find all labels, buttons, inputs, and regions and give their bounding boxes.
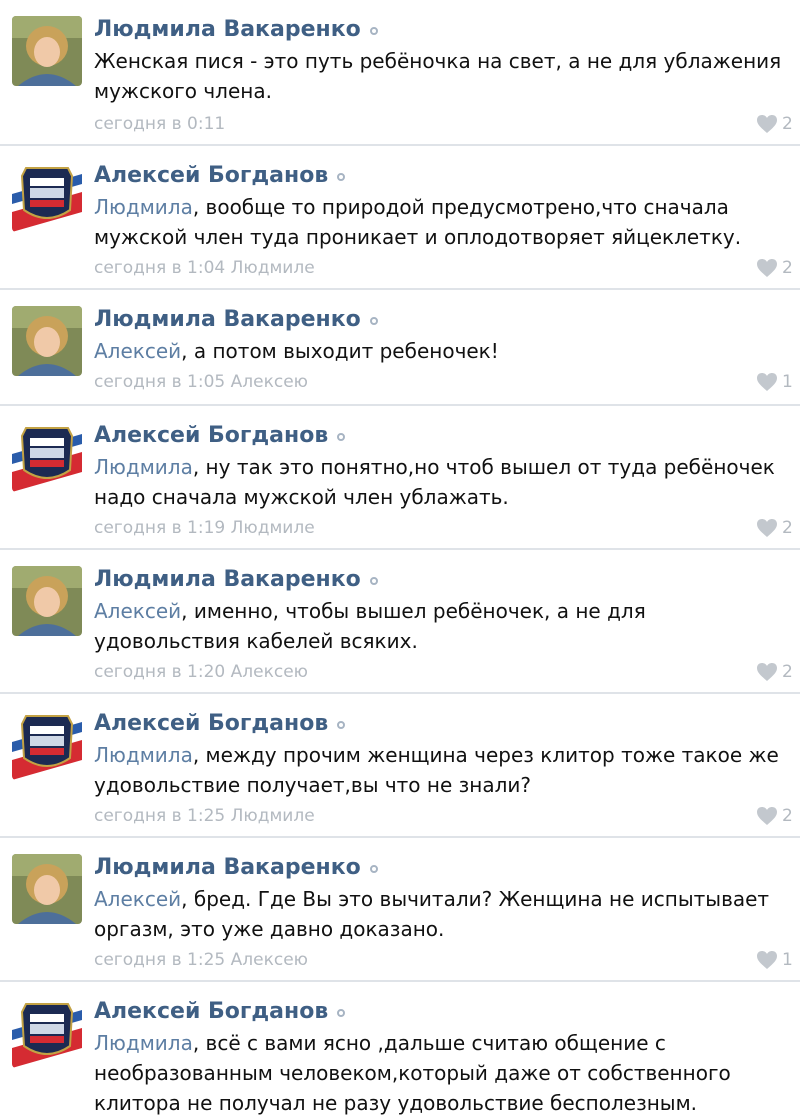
author-name[interactable]: Алексей Богданов — [94, 711, 328, 736]
avatar[interactable] — [12, 710, 82, 780]
like-button[interactable]: 2 — [756, 516, 793, 540]
comment-feed: Людмила Вакаренко Женская пися - это пут… — [0, 0, 800, 1116]
comment-item: Алексей Богданов Людмила, между прочим ж… — [0, 694, 800, 838]
like-count: 2 — [782, 518, 793, 538]
online-status-icon — [337, 1008, 346, 1017]
comment-text: Людмила, всё с вами ясно ,дальше считаю … — [94, 1028, 796, 1116]
like-button[interactable]: 1 — [756, 370, 793, 394]
like-count: 1 — [782, 372, 793, 392]
comment-item: Алексей Богданов Людмила, вообще то прир… — [0, 146, 800, 290]
comment-timestamp[interactable]: сегодня в 1:25 Людмиле — [94, 804, 315, 828]
emblem-flag-icon — [12, 998, 82, 1068]
comment-body: , между прочим женщина через клитор тоже… — [94, 743, 779, 797]
like-button[interactable]: 2 — [756, 660, 793, 684]
comment-text: Алексей, а потом выходит ребеночек! — [94, 336, 796, 366]
like-count: 1 — [782, 950, 793, 970]
author-name[interactable]: Алексей Богданов — [94, 423, 328, 448]
woman-photo-icon — [12, 566, 82, 636]
avatar[interactable] — [12, 162, 82, 232]
online-status-icon — [337, 720, 346, 729]
comment-timestamp[interactable]: сегодня в 0:11 — [94, 112, 225, 136]
author-name[interactable]: Алексей Богданов — [94, 163, 328, 188]
emblem-flag-icon — [12, 710, 82, 780]
like-button[interactable]: 2 — [756, 804, 793, 828]
like-count: 2 — [782, 258, 793, 278]
comment-body: , а потом выходит ребеночек! — [181, 339, 499, 363]
comment-item: Алексей Богданов Людмила, ну так это пон… — [0, 406, 800, 550]
heart-icon — [757, 807, 777, 825]
avatar[interactable] — [12, 854, 82, 924]
comment-text: Женская пися - это путь ребёночка на све… — [94, 46, 796, 106]
emblem-flag-icon — [12, 422, 82, 492]
comment-item: Алексей Богданов Людмила, всё с вами ясн… — [0, 982, 800, 1116]
comment-text: Людмила, ну так это понятно,но чтоб выше… — [94, 452, 796, 512]
author-name[interactable]: Людмила Вакаренко — [94, 855, 361, 880]
online-status-icon — [369, 864, 378, 873]
comment-text: Людмила, между прочим женщина через клит… — [94, 740, 796, 800]
comment-item: Людмила Вакаренко Алексей, бред. Где Вы … — [0, 838, 800, 982]
comment-text: Людмила, вообще то природой предусмотрен… — [94, 192, 796, 252]
online-status-icon — [369, 576, 378, 585]
author-name[interactable]: Людмила Вакаренко — [94, 567, 361, 592]
woman-photo-icon — [12, 854, 82, 924]
woman-photo-icon — [12, 16, 82, 86]
comment-timestamp[interactable]: сегодня в 1:04 Людмиле — [94, 256, 315, 280]
comment-text: Алексей, бред. Где Вы это вычитали? Женщ… — [94, 884, 796, 944]
reply-to-link[interactable]: Людмила — [94, 1031, 193, 1055]
author-name[interactable]: Алексей Богданов — [94, 999, 328, 1024]
online-status-icon — [337, 172, 346, 181]
comment-timestamp[interactable]: сегодня в 1:25 Алексею — [94, 948, 308, 972]
comment-item: Людмила Вакаренко Алексей, именно, чтобы… — [0, 550, 800, 694]
like-button[interactable]: 2 — [756, 112, 793, 136]
like-button[interactable]: 2 — [756, 256, 793, 280]
avatar[interactable] — [12, 566, 82, 636]
reply-to-link[interactable]: Алексей — [94, 887, 181, 911]
online-status-icon — [337, 432, 346, 441]
author-name[interactable]: Людмила Вакаренко — [94, 307, 361, 332]
heart-icon — [757, 373, 777, 391]
reply-to-link[interactable]: Людмила — [94, 455, 193, 479]
like-count: 2 — [782, 806, 793, 826]
reply-to-link[interactable]: Людмила — [94, 743, 193, 767]
reply-to-link[interactable]: Алексей — [94, 599, 181, 623]
reply-to-link[interactable]: Людмила — [94, 195, 193, 219]
comment-timestamp[interactable]: сегодня в 1:20 Алексею — [94, 660, 308, 684]
comment-body: Женская пися - это путь ребёночка на све… — [94, 49, 782, 103]
comment-body: , бред. Где Вы это вычитали? Женщина не … — [94, 887, 770, 941]
online-status-icon — [369, 26, 378, 35]
like-button[interactable]: 1 — [756, 948, 793, 972]
avatar[interactable] — [12, 422, 82, 492]
comment-item: Людмила Вакаренко Женская пися - это пут… — [0, 0, 800, 146]
woman-photo-icon — [12, 306, 82, 376]
heart-icon — [757, 951, 777, 969]
heart-icon — [757, 519, 777, 537]
comment-timestamp[interactable]: сегодня в 1:19 Людмиле — [94, 516, 315, 540]
avatar[interactable] — [12, 16, 82, 86]
comment-item: Людмила Вакаренко Алексей, а потом выход… — [0, 290, 800, 406]
avatar[interactable] — [12, 306, 82, 376]
comment-text: Алексей, именно, чтобы вышел ребёночек, … — [94, 596, 796, 656]
online-status-icon — [369, 316, 378, 325]
heart-icon — [757, 663, 777, 681]
avatar[interactable] — [12, 998, 82, 1068]
comment-body: , ну так это понятно,но чтоб вышел от ту… — [94, 455, 775, 509]
reply-to-link[interactable]: Алексей — [94, 339, 181, 363]
heart-icon — [757, 259, 777, 277]
comment-timestamp[interactable]: сегодня в 1:05 Алексею — [94, 370, 308, 394]
like-count: 2 — [782, 114, 793, 134]
author-name[interactable]: Людмила Вакаренко — [94, 17, 361, 42]
heart-icon — [757, 115, 777, 133]
emblem-flag-icon — [12, 162, 82, 232]
like-count: 2 — [782, 662, 793, 682]
